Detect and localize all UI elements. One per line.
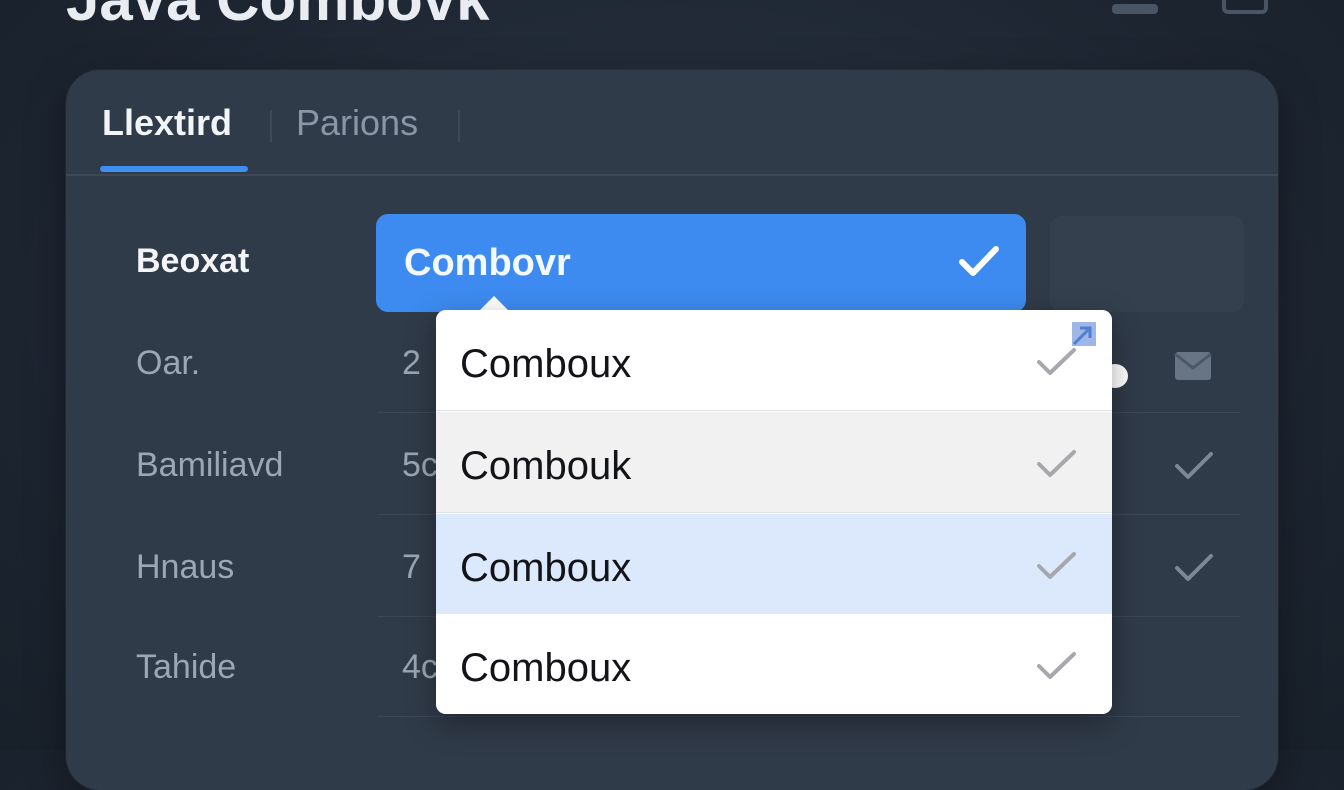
check-icon	[1036, 448, 1078, 485]
tab-bar: Llextird Parions	[66, 70, 1278, 176]
row-label-beoxat: Beoxat	[136, 242, 250, 280]
row-value: 5c	[402, 446, 438, 484]
user-icon[interactable]	[1110, 0, 1160, 25]
window-title: Java Combovk	[66, 0, 490, 30]
row-label-hnaus: Hnaus	[136, 548, 235, 586]
check-icon	[958, 244, 1000, 285]
combo-selected-value: Combovr	[404, 242, 571, 284]
tab-llextird[interactable]: Llextird	[102, 103, 232, 143]
check-icon	[1036, 550, 1078, 587]
combo-box[interactable]: Combovr	[376, 214, 1026, 312]
dropdown-option-label: Comboux	[460, 546, 632, 590]
dropdown-option-highlighted[interactable]: Comboux	[436, 514, 1112, 615]
row-label-bamiliavd: Bamiliavd	[136, 446, 284, 484]
tab-separator	[458, 110, 460, 142]
row-value: 4c	[402, 648, 438, 686]
dropdown-option[interactable]: Comboux	[436, 310, 1112, 411]
row-label-tahide: Tahide	[136, 648, 237, 686]
dropdown-option-label: Combouk	[460, 444, 632, 488]
row-divider	[378, 716, 1240, 717]
tab-parions[interactable]: Parions	[296, 103, 418, 143]
dropdown-option-label: Comboux	[460, 646, 632, 690]
dropdown-option[interactable]: Comboux	[436, 614, 1112, 714]
tab-separator	[270, 110, 272, 142]
mail-icon[interactable]	[1174, 350, 1212, 387]
expand-icon[interactable]	[1068, 320, 1098, 353]
row-value: 2	[402, 344, 421, 382]
dropdown-option-label: Comboux	[460, 342, 632, 386]
combo-dropdown-list: Comboux Combouk Comboux Comboux	[436, 310, 1112, 714]
row-value: 7	[402, 548, 421, 586]
active-tab-indicator	[100, 166, 248, 172]
window-icon[interactable]	[1222, 0, 1268, 25]
check-icon	[1036, 650, 1078, 687]
dropdown-option[interactable]: Combouk	[436, 412, 1112, 513]
check-icon[interactable]	[1174, 450, 1214, 487]
side-placeholder-box	[1050, 216, 1244, 312]
row-label-oar: Oar.	[136, 344, 201, 382]
check-icon[interactable]	[1174, 552, 1214, 589]
